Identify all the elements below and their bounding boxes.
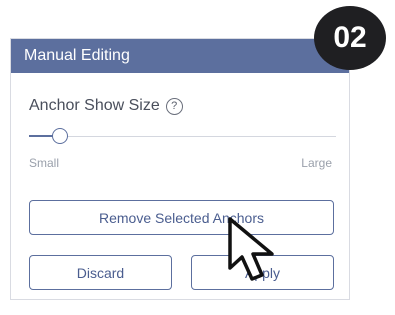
panel-title: Manual Editing [11, 39, 349, 73]
slider-thumb[interactable] [51, 128, 68, 144]
slider-min-label: Small [29, 156, 60, 170]
step-badge: 02 [314, 6, 386, 70]
anchor-size-label: Anchor Show Size [29, 97, 160, 114]
manual-editing-panel: Manual Editing Anchor Show Size ? Small … [10, 38, 350, 300]
slider-max-label: Large [301, 156, 332, 170]
anchor-size-slider[interactable] [29, 128, 336, 144]
arrow-pointer-icon [228, 217, 274, 281]
remove-selected-anchors-button[interactable]: Remove Selected Anchors [29, 200, 334, 235]
discard-button[interactable]: Discard [29, 255, 172, 290]
help-icon[interactable]: ? [165, 97, 183, 115]
anchor-size-row: Anchor Show Size ? [29, 97, 183, 115]
